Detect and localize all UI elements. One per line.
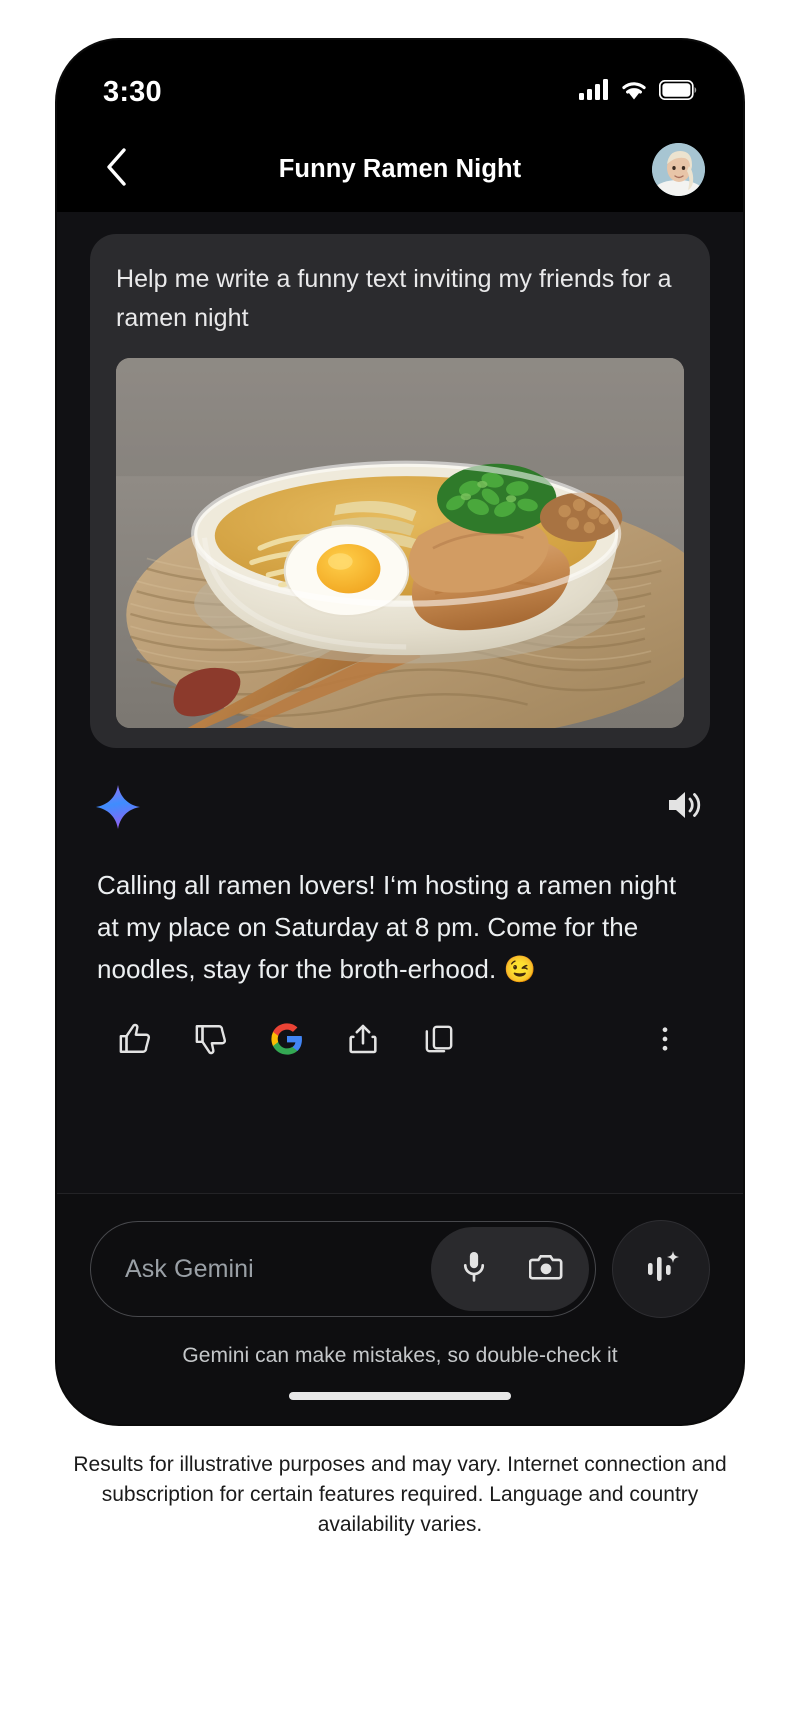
avatar-illustration (652, 142, 705, 196)
avatar[interactable] (652, 142, 705, 196)
app-header: Funny Ramen Night (57, 126, 743, 212)
speaker-volume-icon (665, 789, 701, 826)
home-indicator-area (57, 1368, 743, 1424)
user-message-text: Help me write a funny text inviting my f… (116, 265, 672, 332)
back-button[interactable] (95, 147, 139, 191)
composer: Ask Gemini Gemini can make mistakes, so … (57, 1193, 743, 1368)
status-icons (579, 79, 697, 105)
conversation-area: Help me write a funny text inviting my f… (57, 212, 743, 1193)
response-header-row (57, 748, 743, 830)
thumb-up-icon (118, 1022, 152, 1061)
microphone-icon (459, 1250, 489, 1289)
status-time: 3:30 (103, 75, 162, 108)
user-message-bubble: Help me write a funny text inviting my f… (90, 234, 710, 748)
more-options-button[interactable] (627, 1012, 703, 1070)
disclaimer-text: Gemini can make mistakes, so double-chec… (182, 1344, 618, 1367)
google-it-button[interactable] (249, 1012, 325, 1070)
gemini-sparkle-icon (95, 784, 141, 830)
more-vertical-icon (650, 1024, 680, 1059)
thumb-up-button[interactable] (97, 1012, 173, 1070)
home-indicator[interactable] (289, 1392, 511, 1400)
google-g-icon (270, 1022, 304, 1061)
composer-row: Ask Gemini (90, 1220, 710, 1318)
ask-gemini-placeholder: Ask Gemini (125, 1254, 254, 1283)
speaker-volume-button[interactable] (661, 785, 705, 829)
ask-gemini-input[interactable]: Ask Gemini (90, 1221, 596, 1317)
wifi-icon (620, 79, 648, 105)
thumb-down-icon (194, 1022, 228, 1061)
user-attached-image[interactable] (116, 358, 684, 728)
camera-button[interactable] (515, 1238, 577, 1300)
battery-full-icon (658, 79, 697, 105)
phone-frame: 3:30 Funny Ramen Night Help me write a f… (57, 40, 743, 1424)
illustrative-caption: Results for illustrative purposes and ma… (73, 1453, 727, 1536)
page-title: Funny Ramen Night (278, 154, 522, 183)
camera-icon (528, 1252, 563, 1287)
phone-screen: 3:30 Funny Ramen Night Help me write a f… (57, 40, 743, 1424)
copy-icon (422, 1022, 456, 1061)
ramen-bowl-photo (116, 358, 684, 728)
thumb-down-button[interactable] (173, 1012, 249, 1070)
gemini-live-waveform-icon (640, 1246, 682, 1293)
share-button[interactable] (325, 1012, 401, 1070)
gemini-live-button[interactable] (612, 1220, 710, 1318)
gemini-response-text: Calling all ramen lovers! I‘m hosting a … (97, 870, 677, 985)
share-icon (346, 1022, 380, 1061)
microphone-button[interactable] (443, 1238, 505, 1300)
cellular-signal-icon (579, 79, 609, 105)
chevron-left-icon (104, 147, 130, 192)
status-bar: 3:30 (57, 40, 743, 126)
composer-inline-actions (431, 1227, 589, 1311)
response-action-row (57, 990, 743, 1070)
copy-button[interactable] (401, 1012, 477, 1070)
